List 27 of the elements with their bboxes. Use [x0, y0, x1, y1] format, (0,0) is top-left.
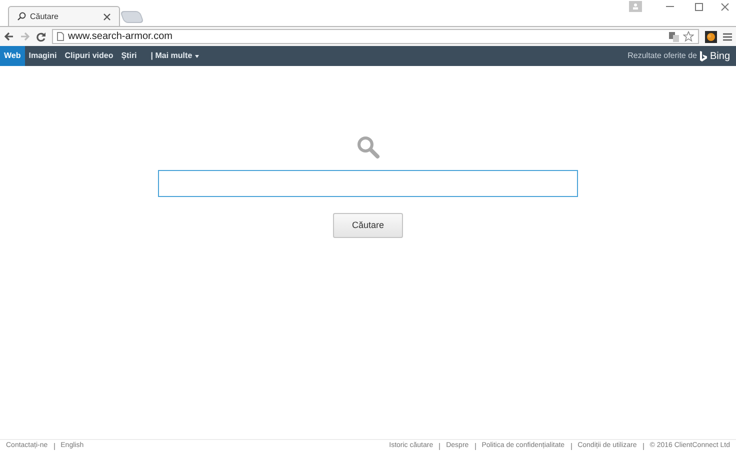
star-icon[interactable]: [683, 31, 694, 42]
nav-tab[interactable]: Știri: [117, 46, 141, 66]
close-icon[interactable]: [103, 12, 111, 20]
brand-name: Bing: [710, 50, 730, 64]
browser-tab[interactable]: Căutare: [8, 6, 120, 26]
nav-tab[interactable]: | Mai multe: [146, 46, 204, 66]
close-icon[interactable]: [721, 3, 729, 11]
page-icon: [57, 32, 64, 41]
address-bar[interactable]: www.search-armor.com: [52, 29, 699, 44]
maximize-icon[interactable]: [695, 3, 703, 11]
translate-icon[interactable]: [669, 32, 679, 42]
menu-icon[interactable]: [723, 32, 732, 40]
minimize-icon[interactable]: [666, 6, 674, 8]
tab-title: Căutare: [30, 10, 60, 22]
extension-icon[interactable]: [705, 30, 717, 42]
search-icon: [356, 135, 380, 159]
nav-tab[interactable]: Imagini: [24, 46, 61, 66]
nav-tab[interactable]: Clipuri video: [60, 46, 118, 66]
reload-icon[interactable]: [36, 32, 46, 42]
bing-logo-icon: [700, 50, 707, 62]
search-button[interactable]: Căutare: [333, 213, 403, 238]
search-field[interactable]: [158, 170, 578, 197]
search-icon: [17, 12, 26, 21]
attribution-text: Rezultate oferite de: [628, 50, 697, 62]
caret-icon: [195, 54, 200, 58]
nav-tab[interactable]: Web: [0, 46, 25, 66]
back-icon[interactable]: [4, 32, 14, 41]
